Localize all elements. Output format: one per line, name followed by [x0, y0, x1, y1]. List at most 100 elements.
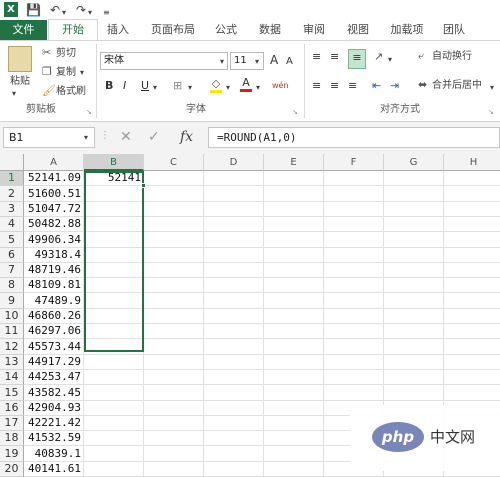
- cell-f10[interactable]: [324, 309, 384, 324]
- cell-e11[interactable]: [264, 324, 324, 339]
- paste-icon[interactable]: [8, 46, 32, 72]
- cell-e5[interactable]: [264, 232, 324, 248]
- format-painter-button[interactable]: 格式刷: [56, 86, 86, 98]
- cell-d5[interactable]: [204, 232, 264, 248]
- cell-h10[interactable]: [444, 309, 500, 324]
- cell-g12[interactable]: [384, 339, 444, 355]
- cell-d20[interactable]: [204, 462, 264, 477]
- row-header[interactable]: 19: [0, 446, 24, 462]
- cell-d2[interactable]: [204, 186, 264, 202]
- cell-b16[interactable]: [84, 401, 144, 416]
- bold-button[interactable]: B: [105, 80, 113, 92]
- cell-h12[interactable]: [444, 339, 500, 355]
- tab-page-layout[interactable]: 页面布局: [144, 20, 202, 40]
- cell-f1[interactable]: [324, 171, 384, 186]
- cell-c9[interactable]: [144, 293, 204, 309]
- redo-icon[interactable]: ↷: [76, 3, 86, 17]
- font-name-select[interactable]: 宋体: [100, 52, 228, 70]
- cell-a9[interactable]: 47489.9: [24, 293, 84, 309]
- row-header[interactable]: 16: [0, 401, 24, 416]
- font-color-dropdown-icon[interactable]: ▾: [256, 82, 260, 94]
- cell-f15[interactable]: [324, 385, 384, 401]
- cell-f13[interactable]: [324, 355, 384, 370]
- copy-dropdown-icon[interactable]: ▾: [80, 67, 84, 79]
- cell-e9[interactable]: [264, 293, 324, 309]
- name-box[interactable]: B1: [3, 127, 95, 148]
- merge-dropdown-icon[interactable]: ▾: [490, 82, 494, 94]
- copy-button[interactable]: 复制: [56, 67, 76, 79]
- redo-dropdown-icon[interactable]: ▾: [88, 6, 92, 20]
- cell-c19[interactable]: [144, 446, 204, 462]
- fill-color-dropdown-icon[interactable]: ▾: [226, 82, 230, 94]
- cell-d17[interactable]: [204, 416, 264, 431]
- formula-input[interactable]: =ROUND(A1,0): [208, 127, 500, 148]
- cell-e20[interactable]: [264, 462, 324, 477]
- cell-c2[interactable]: [144, 186, 204, 202]
- cell-e19[interactable]: [264, 446, 324, 462]
- column-header-e[interactable]: E: [264, 154, 324, 171]
- cell-a16[interactable]: 42904.93: [24, 401, 84, 416]
- cell-e1[interactable]: [264, 171, 324, 186]
- cell-d13[interactable]: [204, 355, 264, 370]
- borders-icon[interactable]: ⊞: [173, 80, 182, 92]
- tab-data[interactable]: 数据: [252, 20, 288, 40]
- cell-h2[interactable]: [444, 186, 500, 202]
- cell-f4[interactable]: [324, 217, 384, 232]
- cell-c11[interactable]: [144, 324, 204, 339]
- cell-d9[interactable]: [204, 293, 264, 309]
- cell-a15[interactable]: 43582.45: [24, 385, 84, 401]
- cell-c3[interactable]: [144, 202, 204, 217]
- cell-d4[interactable]: [204, 217, 264, 232]
- cell-e3[interactable]: [264, 202, 324, 217]
- cell-c6[interactable]: [144, 248, 204, 263]
- decrease-indent-icon[interactable]: ⇤: [372, 80, 381, 92]
- cell-c8[interactable]: [144, 278, 204, 293]
- column-header-h[interactable]: H: [444, 154, 500, 171]
- cut-button[interactable]: 剪切: [56, 48, 76, 60]
- cell-h9[interactable]: [444, 293, 500, 309]
- tab-file[interactable]: 文件: [0, 20, 47, 40]
- cell-h1[interactable]: [444, 171, 500, 186]
- cell-e17[interactable]: [264, 416, 324, 431]
- cell-f14[interactable]: [324, 370, 384, 385]
- cell-c10[interactable]: [144, 309, 204, 324]
- align-center-icon[interactable]: ≡: [330, 80, 339, 92]
- row-header[interactable]: 12: [0, 339, 24, 355]
- cell-d14[interactable]: [204, 370, 264, 385]
- cell-e18[interactable]: [264, 431, 324, 446]
- font-size-dropdown-icon[interactable]: ▾: [255, 56, 259, 68]
- enter-formula-button[interactable]: ✓: [148, 128, 160, 146]
- column-header-f[interactable]: F: [324, 154, 384, 171]
- cell-h14[interactable]: [444, 370, 500, 385]
- row-header[interactable]: 2: [0, 186, 24, 202]
- cell-d15[interactable]: [204, 385, 264, 401]
- cell-d16[interactable]: [204, 401, 264, 416]
- cell-g1[interactable]: [384, 171, 444, 186]
- paste-dropdown-icon[interactable]: ▾: [12, 88, 16, 100]
- cell-e12[interactable]: [264, 339, 324, 355]
- cell-h15[interactable]: [444, 385, 500, 401]
- underline-dropdown-icon[interactable]: ▾: [153, 82, 157, 94]
- cell-d18[interactable]: [204, 431, 264, 446]
- cell-g6[interactable]: [384, 248, 444, 263]
- row-header[interactable]: 9: [0, 293, 24, 309]
- cell-d8[interactable]: [204, 278, 264, 293]
- cell-b19[interactable]: [84, 446, 144, 462]
- orientation-icon[interactable]: ↗: [374, 51, 383, 63]
- cell-g14[interactable]: [384, 370, 444, 385]
- cell-d6[interactable]: [204, 248, 264, 263]
- cell-h11[interactable]: [444, 324, 500, 339]
- align-top-icon[interactable]: ≡: [312, 51, 321, 63]
- name-box-dropdown-icon[interactable]: ▾: [84, 132, 88, 144]
- row-header[interactable]: 20: [0, 462, 24, 477]
- cell-a19[interactable]: 40839.1: [24, 446, 84, 462]
- column-header-a[interactable]: A: [24, 154, 84, 171]
- cell-e4[interactable]: [264, 217, 324, 232]
- cell-g10[interactable]: [384, 309, 444, 324]
- cell-b13[interactable]: [84, 355, 144, 370]
- align-left-icon[interactable]: ≡: [312, 80, 321, 92]
- align-middle-icon[interactable]: ≡: [330, 51, 339, 63]
- cell-e15[interactable]: [264, 385, 324, 401]
- cell-g15[interactable]: [384, 385, 444, 401]
- font-name-dropdown-icon[interactable]: ▾: [220, 56, 224, 68]
